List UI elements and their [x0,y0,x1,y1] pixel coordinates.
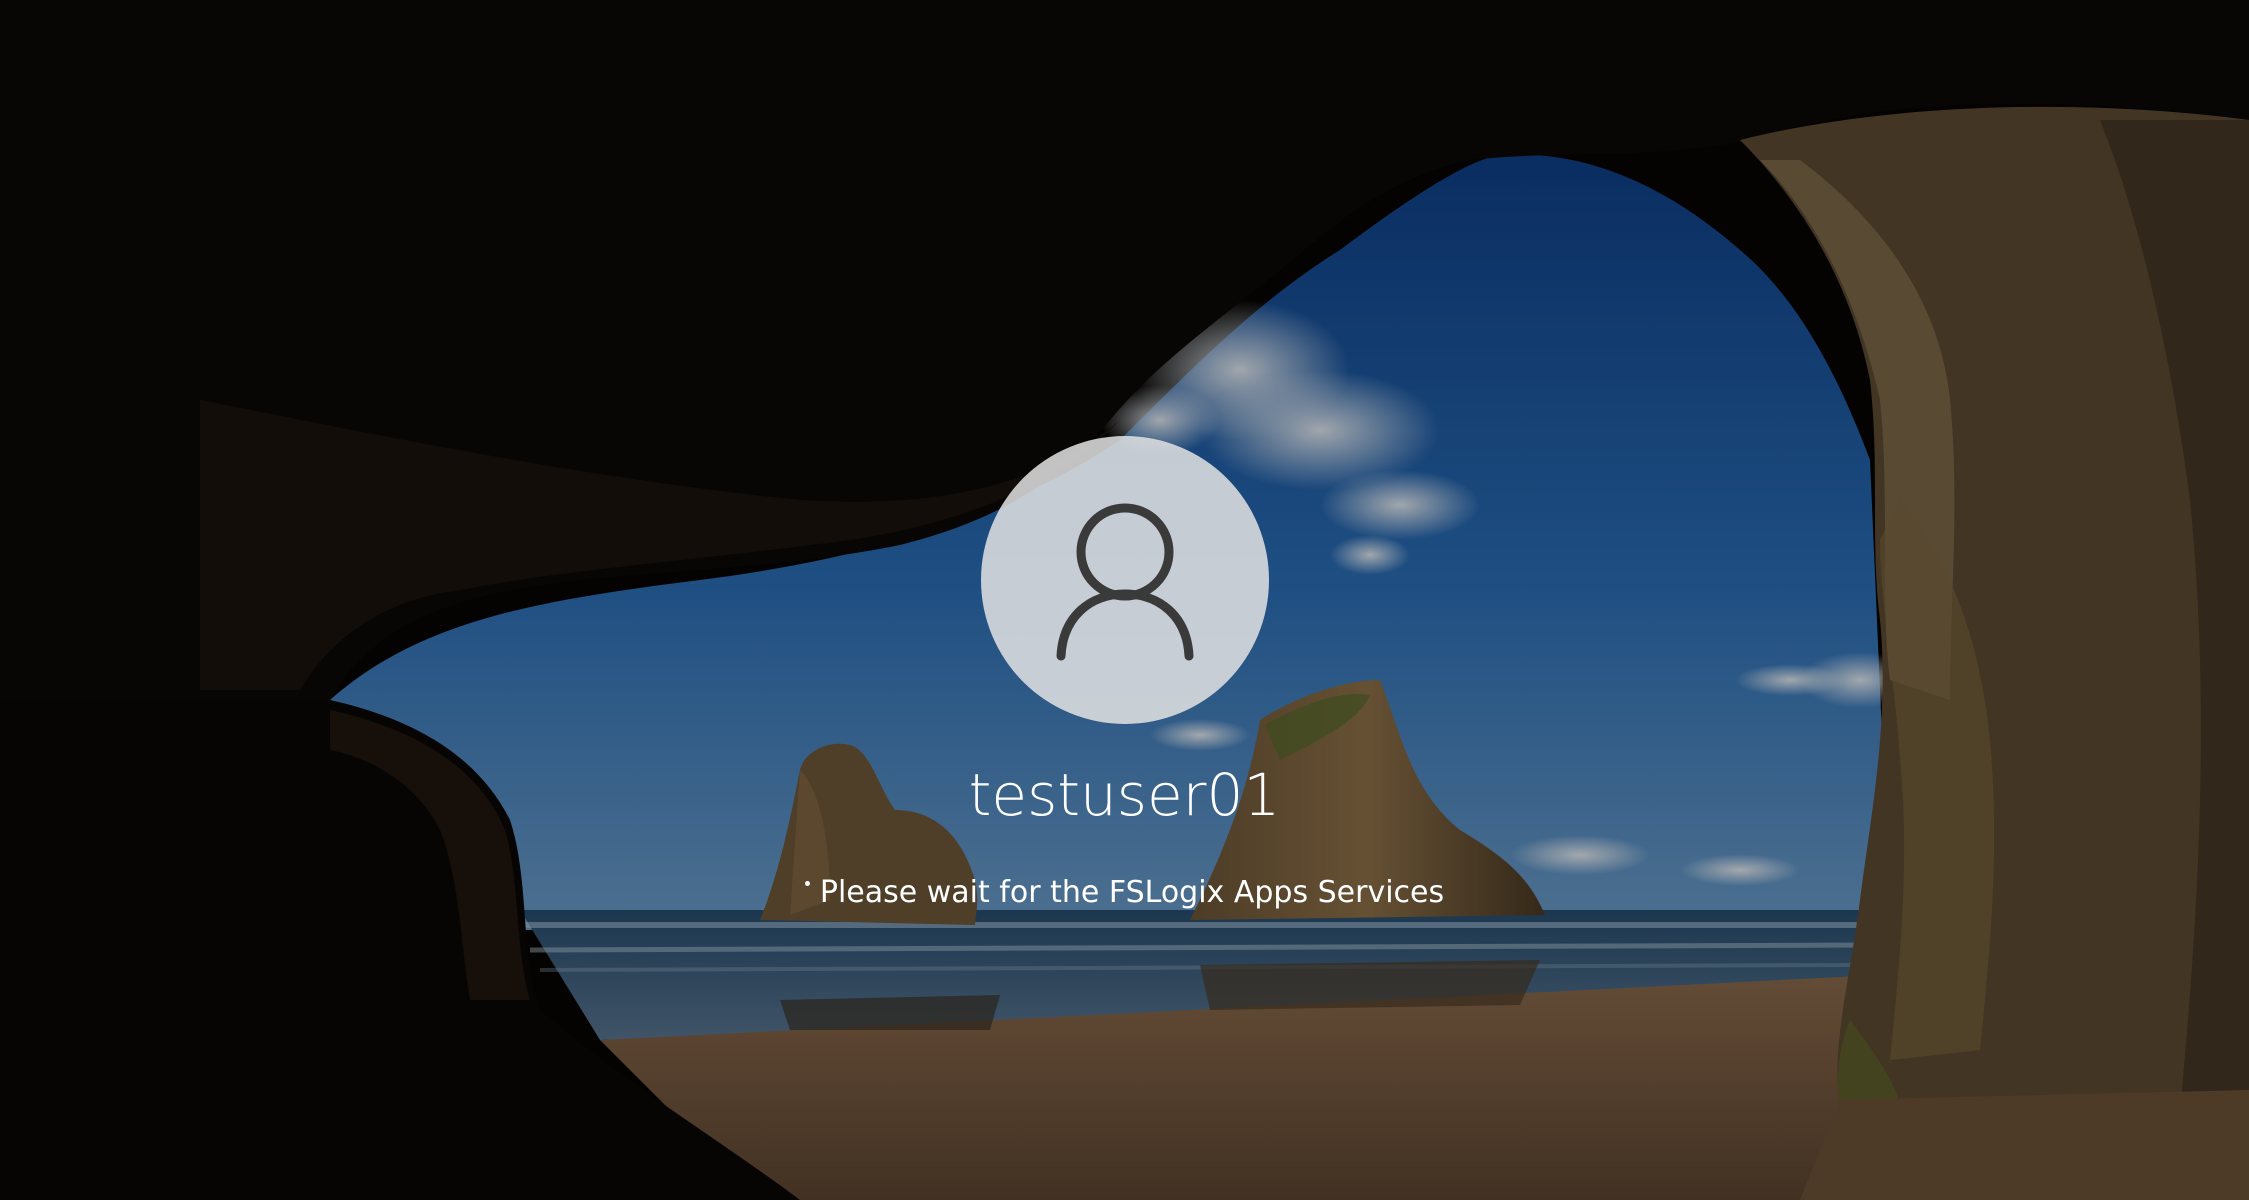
lock-screen: testuser01 Please wait for the FSLogix A… [0,0,2249,1200]
username-label: testuser01 [968,761,1281,829]
user-avatar [981,436,1269,724]
status-text: Please wait for the FSLogix Apps Service… [819,875,1445,910]
user-silhouette-icon [1056,503,1194,661]
loading-dot-icon [804,881,810,886]
status-message: Please wait for the FSLogix Apps Service… [0,872,2249,914]
